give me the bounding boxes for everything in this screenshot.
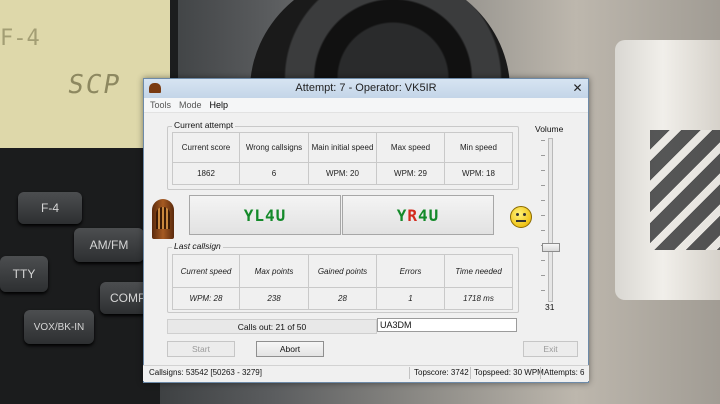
- status-separator: [409, 367, 410, 379]
- header-max-speed: Max speed: [377, 133, 445, 163]
- radio-button-tty: TTY: [0, 256, 48, 292]
- value-time-needed: 1718 ms: [445, 288, 513, 310]
- status-bar: Callsigns: 53542 [50263 - 3279] Topscore…: [143, 365, 589, 381]
- header-time-needed: Time needed: [445, 255, 513, 288]
- header-current-speed: Current speed: [173, 255, 240, 288]
- received-callsign-button[interactable]: Y R 4U: [342, 195, 494, 235]
- volume-slider-ticks: [541, 140, 545, 298]
- lcd-text: SCP: [65, 70, 124, 100]
- callsign-input[interactable]: [377, 318, 517, 332]
- close-icon[interactable]: ✕: [571, 82, 584, 95]
- status-attempts: Attempts: 6: [544, 368, 585, 377]
- status-topspeed: Topspeed: 30 WPM: [474, 368, 544, 377]
- radio-button-vox: VOX/BK-IN: [24, 310, 94, 344]
- header-wrong-callsigns: Wrong callsigns: [240, 133, 309, 163]
- current-attempt-table: Current score Wrong callsigns Main initi…: [172, 132, 513, 185]
- sent-callsign-text: YL4U: [243, 205, 287, 225]
- status-separator: [540, 367, 541, 379]
- mug-logo: [650, 130, 720, 250]
- value-min-speed: WPM: 18: [445, 163, 513, 185]
- exit-button[interactable]: Exit: [523, 341, 578, 357]
- volume-label: Volume: [535, 124, 564, 134]
- radio-front-panel: F-4 AM/FM TTY COMP VOX/BK-IN: [0, 150, 160, 404]
- header-gained-points: Gained points: [309, 255, 377, 288]
- current-attempt-label: Current attempt: [172, 120, 236, 130]
- value-current-speed: WPM: 28: [173, 288, 240, 310]
- last-callsign-label: Last callsign: [172, 241, 223, 251]
- value-current-score: 1862: [173, 163, 240, 185]
- title-bar[interactable]: Attempt: 7 - Operator: VK5IR ✕: [144, 79, 588, 98]
- radio-grille-icon: [156, 207, 170, 229]
- status-separator: [470, 367, 471, 379]
- header-main-initial-speed: Main initial speed: [309, 133, 377, 163]
- received-callsign-part-1: Y: [396, 205, 408, 225]
- header-min-speed: Min speed: [445, 133, 513, 163]
- header-current-score: Current score: [173, 133, 240, 163]
- menu-mode[interactable]: Mode: [179, 100, 202, 110]
- status-callsigns: Callsigns: 53542 [50263 - 3279]: [149, 368, 262, 377]
- menu-bar: Tools Mode Help: [144, 98, 588, 113]
- value-max-points: 238: [240, 288, 309, 310]
- value-max-speed: WPM: 29: [377, 163, 445, 185]
- sent-callsign-button[interactable]: YL4U: [189, 195, 341, 235]
- menu-help[interactable]: Help: [210, 100, 229, 110]
- lcd-top-text: F-4: [0, 26, 40, 51]
- menu-tools[interactable]: Tools: [150, 100, 171, 110]
- radio-button-amfm: AM/FM: [74, 228, 144, 262]
- value-errors: 1: [377, 288, 445, 310]
- received-callsign-part-3: 4U: [418, 205, 440, 225]
- volume-value: 31: [545, 302, 555, 312]
- value-main-initial-speed: WPM: 20: [309, 163, 377, 185]
- neutral-smiley-icon: [510, 206, 532, 228]
- header-errors: Errors: [377, 255, 445, 288]
- volume-slider-track[interactable]: [548, 138, 553, 302]
- window-title: Attempt: 7 - Operator: VK5IR: [295, 82, 437, 94]
- header-max-points: Max points: [240, 255, 309, 288]
- radio-button-f4: F-4: [18, 192, 82, 224]
- value-wrong-callsigns: 6: [240, 163, 309, 185]
- status-topscore: Topscore: 3742: [414, 368, 469, 377]
- volume-slider-thumb[interactable]: [542, 242, 560, 252]
- start-button[interactable]: Start: [167, 341, 235, 357]
- abort-button[interactable]: Abort: [256, 341, 324, 357]
- calls-out-status: Calls out: 21 of 50: [167, 319, 377, 334]
- value-gained-points: 28: [309, 288, 377, 310]
- last-callsign-table: Current speed Max points Gained points E…: [172, 254, 513, 310]
- received-callsign-part-2: R: [407, 205, 418, 225]
